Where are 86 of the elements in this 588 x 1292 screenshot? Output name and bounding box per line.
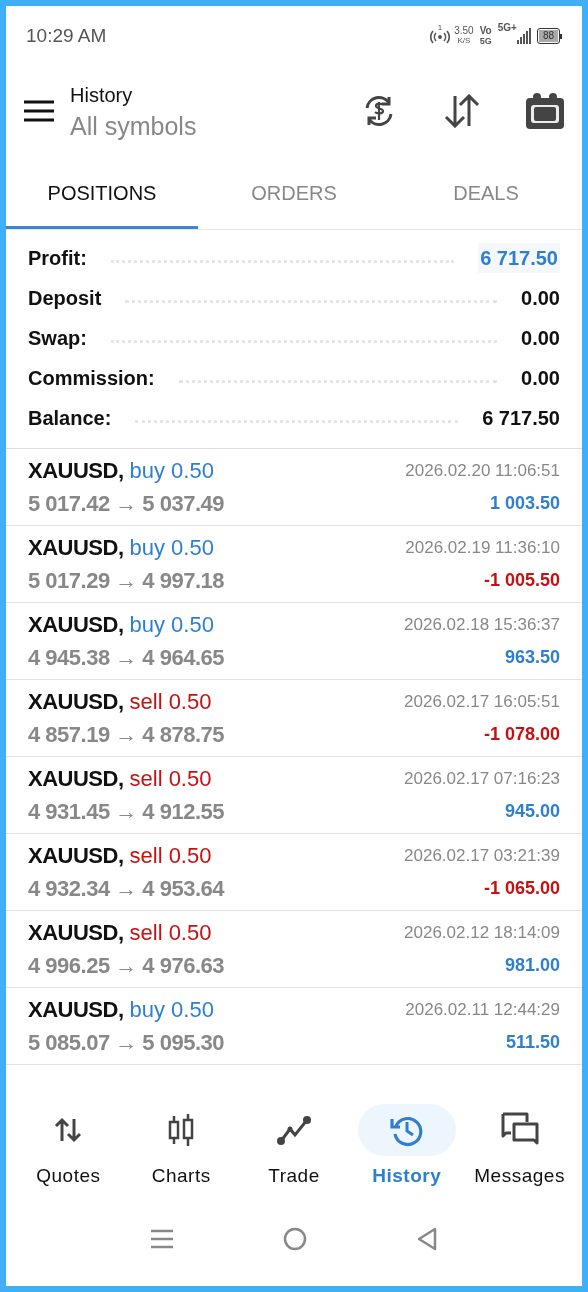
trade-type: buy 0.50	[129, 457, 214, 485]
position-row[interactable]: XAUUSD, buy 0.50 2026.02.19 11:36:10 5 017.29 → 4 997.18 -1 005.50	[6, 526, 582, 603]
position-row[interactable]: XAUUSD, sell 0.50 2026.02.17 03:21:39 4 932.34 → 4 953.64 -1 065.00	[6, 834, 582, 911]
calendar-icon[interactable]	[526, 93, 564, 129]
up-down-arrows-icon	[54, 1117, 83, 1143]
close-time: 2026.02.17 07:16:23	[404, 767, 560, 790]
close-time: 2026.02.12 18:14:09	[404, 921, 560, 944]
trade-type: sell 0.50	[129, 919, 212, 947]
volte-network: 5G	[479, 36, 492, 46]
price-range: 4 996.25 → 4 976.63	[28, 952, 224, 980]
price-range: 4 931.45 → 4 912.55	[28, 798, 224, 826]
symbol-filter[interactable]: All symbols	[70, 110, 197, 142]
summary-label: Swap:	[28, 326, 87, 351]
trade-type: sell 0.50	[129, 765, 212, 793]
close-time: 2026.02.18 15:36:37	[404, 613, 560, 636]
candlestick-icon	[167, 1114, 196, 1146]
trade-type: buy 0.50	[129, 611, 214, 639]
profit-value: 945.00	[504, 800, 560, 823]
summary-value: 6 717.50	[482, 406, 560, 431]
tab[interactable]: POSITIONS	[6, 156, 198, 229]
speed-unit: K/S	[457, 36, 471, 46]
position-row[interactable]: XAUUSD, sell 0.50 2026.02.17 07:16:23 4 931.45 → 4 912.55 945.00	[6, 757, 582, 834]
price-range: 5 017.29 → 4 997.18	[28, 567, 224, 595]
home-icon[interactable]	[283, 1227, 307, 1251]
symbol: XAUUSD,	[28, 457, 124, 485]
network-type: 5G+	[497, 21, 517, 35]
trade-type: sell 0.50	[129, 688, 212, 716]
price-range: 4 932.34 → 4 953.64	[28, 875, 224, 903]
hotspot-count: 1	[437, 22, 443, 34]
close-time: 2026.02.17 03:21:39	[404, 844, 560, 867]
position-row[interactable]: XAUUSD, sell 0.50 2026.02.17 16:05:51 4 857.19 → 4 878.75 -1 078.00	[6, 680, 582, 757]
profit-value: 511.50	[505, 1031, 560, 1054]
price-range: 4 857.19 → 4 878.75	[28, 721, 224, 749]
summary-label: Balance:	[28, 406, 112, 431]
profit-value: 963.50	[504, 646, 560, 669]
summary-label: Commission:	[28, 366, 155, 391]
tab[interactable]: ORDERS	[198, 156, 390, 229]
profit-value: -1 078.00	[483, 723, 560, 746]
summary-value: 0.00	[521, 326, 560, 351]
close-time: 2026.02.17 16:05:51	[404, 690, 560, 713]
screen-title: History	[70, 83, 134, 108]
profit-value: -1 005.50	[483, 569, 560, 592]
profit-value: 1 003.50	[489, 492, 560, 515]
trade-type: sell 0.50	[129, 842, 212, 870]
summary-value: 0.00	[521, 286, 560, 311]
recent-apps-icon[interactable]	[151, 1229, 173, 1249]
summary-label: Deposit	[28, 286, 102, 311]
network-speed: 3.50	[454, 26, 474, 36]
nav-tab[interactable]: Quotes	[12, 1104, 125, 1191]
summary-value: 0.00	[521, 366, 560, 391]
nav-tab[interactable]: Trade	[237, 1104, 351, 1191]
hotspot-icon	[429, 28, 450, 44]
summary-label: Profit:	[28, 246, 87, 271]
line-chart-icon	[277, 1115, 311, 1145]
position-row[interactable]: XAUUSD, buy 0.50 2026.02.18 15:36:37 4 945.38 → 4 964.65 963.50	[6, 603, 582, 680]
position-row[interactable]: XAUUSD, sell 0.50 2026.02.12 18:14:09 4 996.25 → 4 976.63 981.00	[6, 911, 582, 988]
symbol: XAUUSD,	[28, 842, 124, 870]
profit-value: -1 065.00	[483, 877, 560, 900]
battery-icon: 88	[536, 28, 562, 44]
symbol: XAUUSD,	[28, 611, 124, 639]
menu-icon[interactable]	[24, 100, 54, 122]
position-row[interactable]: XAUUSD, buy 0.50 2026.02.20 11:06:51 5 017.42 → 5 037.49 1 003.50	[6, 449, 582, 526]
symbol: XAUUSD,	[28, 765, 124, 793]
trade-type: buy 0.50	[129, 534, 214, 562]
profit-value: 981.00	[504, 954, 560, 977]
symbol: XAUUSD,	[28, 534, 124, 562]
symbol: XAUUSD,	[28, 919, 124, 947]
price-range: 5 085.07 → 5 095.30	[28, 1029, 224, 1057]
close-time: 2026.02.11 12:44:29	[405, 998, 560, 1021]
close-time: 2026.02.19 11:36:10	[405, 536, 560, 559]
price-range: 5 017.42 → 5 037.49	[28, 490, 224, 518]
position-row[interactable]: XAUUSD, buy 0.50 2026.02.11 12:44:29 5 085.07 → 5 095.30 511.50	[6, 988, 582, 1065]
close-time: 2026.02.20 11:06:51	[405, 459, 560, 482]
back-icon[interactable]	[417, 1227, 437, 1251]
volte-label: Vo	[479, 26, 492, 36]
price-range: 4 945.38 → 4 964.65	[28, 644, 224, 672]
tab[interactable]: DEALS	[390, 156, 582, 229]
sort-icon[interactable]	[444, 94, 480, 128]
nav-tab[interactable]: Messages	[463, 1104, 576, 1191]
symbol: XAUUSD,	[28, 996, 124, 1024]
status-time: 10:29 AM	[26, 23, 107, 48]
symbol: XAUUSD,	[28, 688, 124, 716]
signal-icon	[516, 28, 531, 44]
nav-tab[interactable]: Charts	[124, 1104, 238, 1191]
trade-type: buy 0.50	[129, 996, 214, 1024]
summary-value: 6 717.50	[478, 243, 560, 273]
